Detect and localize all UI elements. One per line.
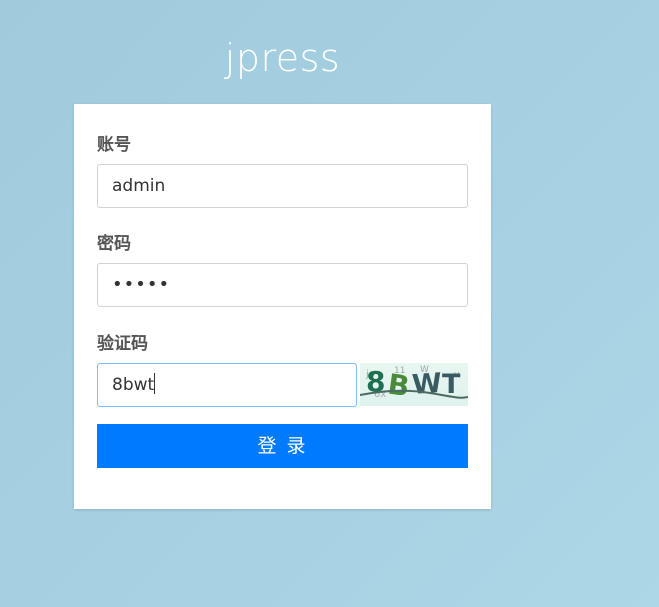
account-input[interactable]: admin bbox=[97, 164, 468, 208]
account-input-value: admin bbox=[112, 176, 166, 196]
text-caret bbox=[154, 373, 156, 394]
password-label: 密码 bbox=[97, 234, 131, 254]
captcha-image[interactable]: jo 11 W 6x v 8 B W T bbox=[360, 363, 468, 406]
login-page: { "brand": { "title": "jpress" }, "form"… bbox=[0, 0, 659, 607]
login-button[interactable]: 登 录 bbox=[97, 424, 468, 468]
captcha-input[interactable]: 8bwt bbox=[97, 363, 357, 407]
password-input[interactable]: ••••• bbox=[97, 263, 468, 307]
account-label: 账号 bbox=[97, 135, 131, 155]
captcha-graphic: jo 11 W 6x v 8 B W T bbox=[360, 365, 468, 403]
captcha-glyph: W bbox=[411, 368, 443, 401]
password-input-value: ••••• bbox=[112, 274, 171, 295]
captcha-glyph: B bbox=[386, 367, 412, 403]
brand-title: jpress bbox=[224, 36, 341, 80]
login-card: 账号 admin 密码 ••••• 验证码 8bwt jo 11 W 6x v … bbox=[74, 104, 491, 509]
captcha-input-value: 8bwt bbox=[112, 375, 155, 395]
captcha-label: 验证码 bbox=[97, 334, 148, 354]
